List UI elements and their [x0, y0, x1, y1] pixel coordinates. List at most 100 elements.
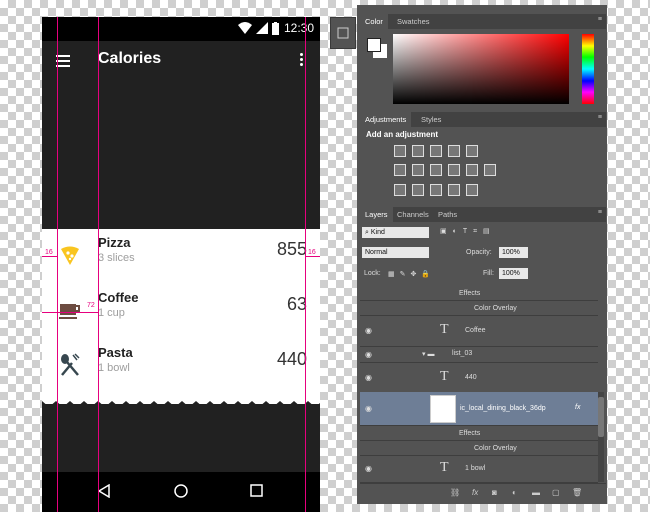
- visibility-eye-icon[interactable]: ◉: [365, 464, 372, 473]
- visibility-eye-icon[interactable]: ◉: [365, 404, 372, 413]
- fx-icon[interactable]: fx: [575, 404, 580, 411]
- trash-icon[interactable]: 🗑: [572, 488, 582, 497]
- margin-guide-right: [305, 256, 320, 257]
- blend-mode-select[interactable]: Normal: [362, 247, 429, 258]
- color-lookup-icon[interactable]: [484, 164, 496, 176]
- color-panel: Color Swatches ≡: [360, 14, 606, 111]
- hamburger-menu-icon[interactable]: [56, 55, 70, 67]
- tab-adjustments[interactable]: Adjustments: [360, 112, 412, 127]
- color-panel-tabs: Color Swatches ≡: [360, 14, 606, 29]
- navigation-bar: [42, 472, 320, 512]
- adjustments-panel: Adjustments Styles ≡ Add an adjustment: [360, 112, 606, 206]
- foreground-color-swatch[interactable]: [367, 38, 381, 52]
- filter-icons[interactable]: ▣◐T⌗▤: [440, 227, 496, 236]
- margin-guide-left: [42, 256, 57, 257]
- photo-filter-icon[interactable]: [448, 164, 460, 176]
- layer-filter-select[interactable]: ⌕ Kind: [362, 227, 429, 238]
- keyline-right: [305, 17, 306, 512]
- item-calories: 440: [276, 349, 307, 369]
- list-item-pizza[interactable]: Pizza 3 slices 855: [42, 229, 320, 284]
- layer-label: Effects: [459, 430, 481, 437]
- selective-color-icon[interactable]: [448, 184, 460, 196]
- mask-icon[interactable]: ◙: [492, 488, 497, 497]
- text-layer-icon: T: [440, 322, 449, 337]
- gradient-map-icon[interactable]: [466, 184, 478, 196]
- layer-label: Effects: [459, 290, 481, 297]
- threshold-icon[interactable]: [430, 184, 442, 196]
- folder-icon[interactable]: ▾ ▬: [422, 350, 434, 358]
- coffee-cup-icon: [59, 304, 80, 319]
- color-picker-field[interactable]: [393, 34, 569, 104]
- posterize-icon[interactable]: [412, 184, 424, 196]
- recents-icon[interactable]: [250, 484, 263, 497]
- tab-layers[interactable]: Layers: [360, 207, 393, 222]
- item-detail: 1 bowl: [98, 362, 130, 374]
- tab-styles[interactable]: Styles: [416, 112, 446, 127]
- hue-saturation-icon[interactable]: [394, 164, 406, 176]
- scrollbar-thumb[interactable]: [598, 397, 604, 437]
- layer-group-list03[interactable]: ◉ ▾ ▬ list_03: [360, 346, 598, 363]
- tools-mini-panel[interactable]: [330, 17, 356, 49]
- right-margin-label: 16: [308, 249, 316, 256]
- opacity-label: Opacity:: [466, 249, 492, 256]
- black-white-icon[interactable]: [430, 164, 442, 176]
- lock-icons[interactable]: ▦✎✥🔒: [388, 270, 435, 278]
- visibility-eye-icon[interactable]: ◉: [365, 326, 372, 335]
- layer-label: Coffee: [465, 327, 486, 334]
- left-margin-label: 16: [45, 249, 53, 256]
- layers-scrollbar[interactable]: [598, 392, 604, 482]
- item-name: Pizza: [98, 235, 131, 250]
- back-icon[interactable]: [98, 484, 110, 498]
- curves-icon[interactable]: [430, 145, 442, 157]
- list-item-pasta[interactable]: Pasta 1 bowl 440: [42, 339, 320, 394]
- vibrance-icon[interactable]: [466, 145, 478, 157]
- tab-paths[interactable]: Paths: [433, 207, 462, 222]
- exposure-icon[interactable]: [448, 145, 460, 157]
- hue-slider[interactable]: [582, 34, 594, 104]
- link-icon[interactable]: ⛓: [450, 488, 460, 497]
- dining-icon: [61, 353, 80, 376]
- visibility-eye-icon[interactable]: ◉: [365, 350, 372, 359]
- keyline-content: [98, 17, 99, 512]
- tab-swatches[interactable]: Swatches: [392, 14, 435, 29]
- invert-icon[interactable]: [394, 184, 406, 196]
- layer-text-440[interactable]: ◉ T 440: [360, 362, 598, 393]
- layer-thumbnail: [430, 395, 456, 423]
- layer-effects[interactable]: Effects: [360, 285, 598, 301]
- layer-text-1-bowl[interactable]: ◉ T 1 bowl: [360, 455, 598, 483]
- adjustments-panel-tabs: Adjustments Styles ≡: [360, 112, 606, 127]
- pizza-icon: [61, 246, 79, 265]
- layer-color-overlay[interactable]: Color Overlay: [360, 300, 598, 316]
- new-group-icon[interactable]: ▬: [532, 488, 540, 497]
- opacity-input[interactable]: 100%: [499, 247, 528, 258]
- layer-label: list_03: [452, 350, 473, 357]
- keyline-guide: [42, 312, 98, 313]
- visibility-eye-icon[interactable]: ◉: [365, 373, 372, 382]
- overflow-menu-icon[interactable]: [300, 53, 304, 68]
- panel-menu-icon[interactable]: ≡: [598, 114, 602, 121]
- layer-color-overlay[interactable]: Color Overlay: [360, 440, 598, 456]
- new-layer-icon[interactable]: ▢: [552, 488, 560, 497]
- home-icon[interactable]: [174, 484, 188, 498]
- layer-ic-local-dining-selected[interactable]: ◉ ic_local_dining_black_36dp fx: [360, 392, 598, 426]
- fx-menu-icon[interactable]: fx: [472, 488, 478, 497]
- keyline-label: 72: [87, 302, 95, 309]
- color-balance-icon[interactable]: [412, 164, 424, 176]
- layer-effects[interactable]: Effects: [360, 425, 598, 441]
- phone-mockup: 12:30 Calories Pizza 3 slices 855 Coffee…: [42, 17, 320, 512]
- brightness-icon[interactable]: [394, 145, 406, 157]
- fill-input[interactable]: 100%: [499, 268, 528, 279]
- item-calories: 63: [286, 294, 307, 314]
- adjustments-title: Add an adjustment: [366, 130, 439, 139]
- status-time: 12:30: [283, 21, 314, 35]
- tab-color[interactable]: Color: [360, 14, 388, 29]
- panel-menu-icon[interactable]: ≡: [598, 16, 602, 23]
- levels-icon[interactable]: [412, 145, 424, 157]
- layer-label: Color Overlay: [474, 445, 517, 452]
- layer-label: ic_local_dining_black_36dp: [460, 405, 546, 412]
- channel-mixer-icon[interactable]: [466, 164, 478, 176]
- adjustment-layer-icon[interactable]: ◐: [512, 488, 517, 497]
- layer-text-coffee[interactable]: ◉ T Coffee: [360, 315, 598, 347]
- tab-channels[interactable]: Channels: [392, 207, 434, 222]
- panel-menu-icon[interactable]: ≡: [598, 209, 602, 216]
